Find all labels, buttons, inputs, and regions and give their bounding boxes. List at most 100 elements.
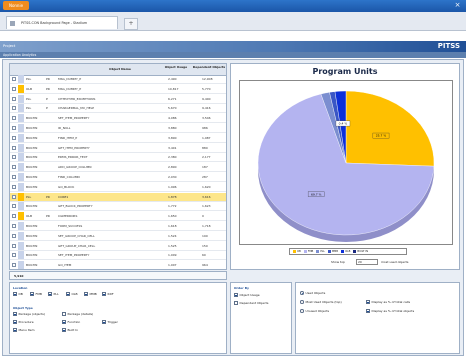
location-option[interactable]: OLB	[66, 292, 78, 297]
row-dependent-objects: 1,620	[202, 184, 211, 189]
new-tab-button[interactable]: +	[124, 18, 138, 30]
table-row[interactable]: BUILTIN FIND_COLUMN 2,030 287	[10, 173, 226, 182]
checkbox[interactable]	[234, 301, 238, 305]
row-checkbox[interactable]	[12, 165, 16, 170]
row-checkbox[interactable]	[12, 155, 16, 160]
row-checkbox[interactable]	[12, 263, 16, 268]
display-option[interactable]: Used Objects	[300, 291, 325, 296]
location-option[interactable]: RDF	[102, 292, 114, 297]
row-type: BUILTIN	[26, 155, 38, 160]
close-icon[interactable]: ×	[453, 1, 462, 10]
display-option[interactable]: Unused Objects	[300, 309, 329, 314]
row-checkbox[interactable]	[12, 194, 16, 199]
row-checkbox[interactable]	[12, 106, 16, 111]
row-color-swatch	[18, 104, 24, 113]
object-type-option[interactable]: Menu Item	[13, 328, 35, 333]
table-row[interactable]: BUILTIN ADD_GROUP_COLUMN 2,890 187	[10, 163, 226, 173]
table-row[interactable]: BUILTIN GO_BLOCK 1,996 1,620	[10, 182, 226, 192]
table-row[interactable]: PLL PR MSG_DUMMY_P 2,490 12,908	[10, 75, 226, 84]
table-row[interactable]: BUILTIN SET_ITEM_PROPERTY 1,009 60	[10, 251, 226, 261]
row-checkbox[interactable]	[12, 175, 16, 179]
browser-tab[interactable]: PITSS.CON Background Page - Stadium	[6, 16, 118, 29]
legend-item[interactable]: FMB	[301, 249, 313, 253]
checkbox[interactable]	[13, 312, 17, 316]
checkbox[interactable]	[48, 292, 52, 296]
column-header-object-usage[interactable]: Object Usage	[160, 65, 192, 69]
checkbox[interactable]	[62, 328, 66, 332]
location-option[interactable]: PLL	[48, 292, 59, 297]
row-checkbox[interactable]	[12, 233, 16, 238]
object-type-option[interactable]: Function	[62, 320, 80, 325]
checkbox[interactable]	[66, 292, 70, 296]
table-row[interactable]: BUILTIN SET_ITEM_PROPERTY 4,086 3,546	[10, 114, 226, 124]
row-checkbox[interactable]	[12, 204, 16, 209]
pie-slice[interactable]	[345, 90, 435, 167]
app-menu-button[interactable]: Nonnie	[3, 1, 29, 10]
table-row[interactable]: BUILTIN GET_ITEM_PROPERTY 3,401 880	[10, 143, 226, 153]
row-checkbox[interactable]	[12, 184, 16, 189]
row-checkbox[interactable]	[12, 77, 16, 81]
project-label[interactable]: Project	[3, 41, 15, 52]
object-type-option[interactable]: Built In	[62, 328, 78, 333]
display-option[interactable]: Display as % of total objects	[366, 309, 414, 314]
breadcrumb-item[interactable]: Application Analytics	[0, 53, 36, 57]
display-option[interactable]: Most Used Objects (top)	[300, 300, 342, 305]
display-option[interactable]: Display as % of total calls	[366, 300, 410, 305]
radio-button[interactable]	[300, 309, 304, 313]
table-row[interactable]: PLL P CHARGEDBAL_MX_HELP 5,670 9,416	[10, 104, 226, 114]
row-checkbox[interactable]	[12, 96, 16, 101]
table-row[interactable]: BUILTIN GET_BLOCK_PROPERTY 1,772 1,623	[10, 202, 226, 212]
row-checkbox[interactable]	[12, 253, 16, 258]
row-checkbox[interactable]	[12, 214, 16, 219]
table-row[interactable]: BUILTIN ID_NULL 3,880 986	[10, 124, 226, 133]
row-checkbox[interactable]	[12, 145, 16, 150]
object-type-option[interactable]: Procedure	[13, 320, 34, 325]
table-row[interactable]: OLB PR MSG_DUMMY_P 10,817 5,770	[10, 84, 226, 94]
row-checkbox[interactable]	[12, 224, 16, 228]
order-by-option[interactable]: Dependent Objects	[234, 301, 268, 306]
legend-item[interactable]: MMB	[325, 249, 338, 253]
row-checkbox[interactable]	[12, 243, 16, 248]
legend-item[interactable]: PLL	[313, 249, 325, 253]
object-type-option[interactable]: Trigger	[102, 320, 118, 325]
table-row[interactable]: BUILTIN GET_GROUP_CHAR_CELL 1,525 150	[10, 241, 226, 251]
table-row[interactable]: BUILTIN FORM_SUCCESS 1,618 1,718	[10, 222, 226, 231]
radio-button[interactable]	[300, 300, 304, 304]
table-row[interactable]: BUILTIN GO_ITEM 1,007 964	[10, 261, 226, 269]
location-option[interactable]: FMB	[30, 292, 42, 297]
checkbox[interactable]	[102, 320, 106, 324]
row-checkbox[interactable]	[12, 126, 16, 130]
order-by-option[interactable]: Object Usage	[234, 293, 260, 298]
location-option[interactable]: DB	[13, 292, 23, 297]
checkbox[interactable]	[102, 292, 106, 296]
checkbox[interactable]	[13, 320, 17, 324]
checkbox[interactable]	[13, 328, 17, 332]
legend-item[interactable]: OB	[290, 249, 301, 253]
column-header-object-name[interactable]: Object Name	[80, 67, 160, 71]
checkbox[interactable]	[84, 292, 88, 296]
checkbox[interactable]	[366, 309, 370, 313]
location-option[interactable]: MMB	[84, 292, 97, 297]
checkbox[interactable]	[62, 320, 66, 324]
object-type-option[interactable]: Package (objects)	[13, 312, 45, 317]
legend-item[interactable]: BUILT IN	[350, 249, 368, 253]
checkbox[interactable]	[366, 300, 370, 304]
column-header-dependent-objects[interactable]: Dependent Objects	[192, 65, 226, 69]
table-row[interactable]: BUILTIN SET_GROUP_CHAR_CELL 1,524 190	[10, 231, 226, 241]
table-row[interactable]: OLB PR CGMERRORS 1,650 0	[10, 212, 226, 222]
table-row[interactable]: PLL P CHTEXTIHR_EXCEPTIONS 6,271 9,400	[10, 94, 226, 104]
show-top-input[interactable]: 20	[356, 259, 378, 265]
row-checkbox[interactable]	[12, 116, 16, 121]
table-row[interactable]: BUILTIN ERMS_ERROR_TEXT 2,380 2,177	[10, 153, 226, 163]
row-checkbox[interactable]	[12, 86, 16, 91]
checkbox[interactable]	[234, 293, 238, 297]
radio-button[interactable]	[300, 291, 304, 295]
row-checkbox[interactable]	[12, 135, 16, 140]
legend-item[interactable]: OLB	[338, 249, 350, 253]
checkbox[interactable]	[30, 292, 34, 296]
object-type-option[interactable]: Package (details)	[62, 312, 93, 317]
checkbox[interactable]	[62, 312, 66, 316]
checkbox[interactable]	[13, 292, 17, 296]
table-row[interactable]: PLL PR CORE1 1,878 3,616	[10, 192, 226, 202]
table-row[interactable]: BUILTIN FIND_ITEM_P 3,890 1,987	[10, 133, 226, 143]
